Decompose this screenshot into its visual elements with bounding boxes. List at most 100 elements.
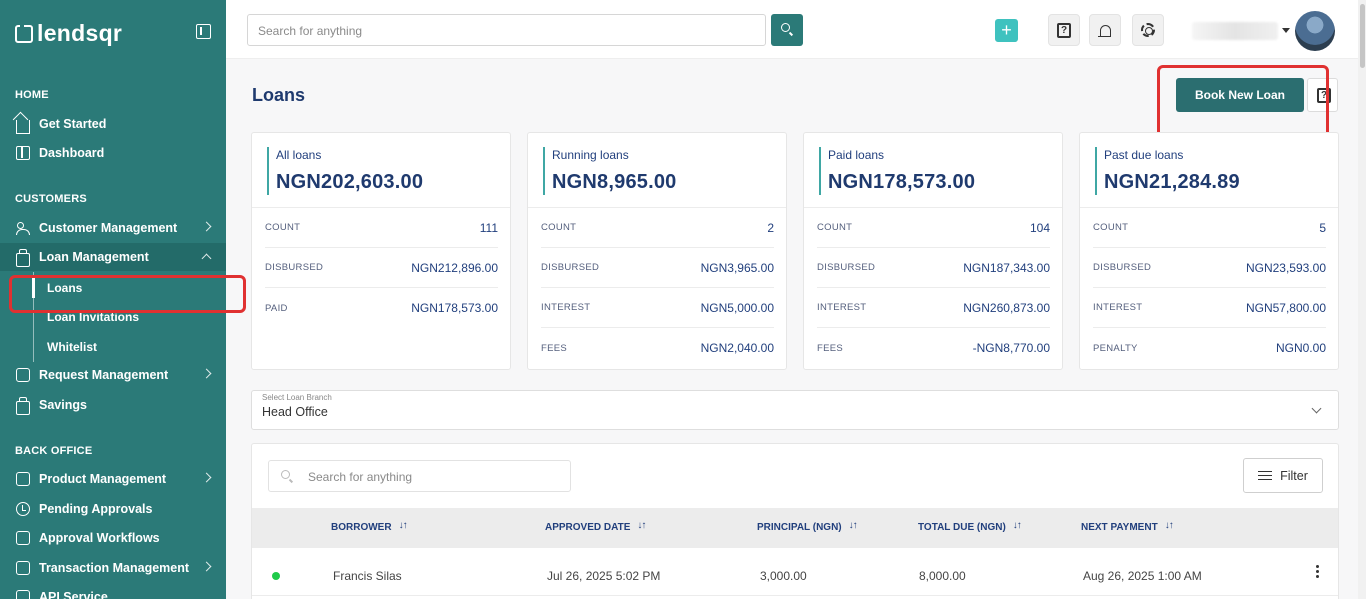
sidebar-item-dashboard[interactable]: Dashboard <box>0 139 226 167</box>
sort-icon[interactable] <box>1013 520 1022 533</box>
add-button[interactable]: + <box>995 19 1018 42</box>
card-amount: NGN8,965.00 <box>552 171 677 193</box>
bell-icon <box>1097 24 1111 38</box>
page-title: Loans <box>252 85 306 105</box>
search-icon <box>281 470 290 479</box>
table-search-input[interactable]: Search for anything <box>268 460 571 492</box>
caret-down-icon[interactable] <box>1282 28 1290 33</box>
row-value: -NGN8,770.00 <box>972 341 1050 355</box>
card-row: FEES NGN2,040.00 <box>541 328 774 368</box>
sidebar-item-api-service[interactable]: API Service <box>0 583 226 599</box>
sidebar-item-product-management[interactable]: Product Management <box>0 465 226 493</box>
row-key: INTEREST <box>1093 302 1143 313</box>
row-value: 104 <box>1029 220 1050 235</box>
chevron-up-icon <box>201 253 212 264</box>
sidebar-item-savings[interactable]: Savings <box>0 391 226 419</box>
row-value: NGN5,000.00 <box>700 300 774 315</box>
api-icon <box>16 590 30 599</box>
section-title-back-office: BACK OFFICE <box>15 445 93 457</box>
help-button[interactable]: ? <box>1048 14 1080 46</box>
collapse-sidebar-icon[interactable] <box>196 24 211 39</box>
search-icon <box>781 23 790 32</box>
sidebar-item-approval-workflows[interactable]: Approval Workflows <box>0 524 226 552</box>
row-key: COUNT <box>817 222 853 233</box>
sort-icon[interactable] <box>637 520 646 533</box>
card-row: DISBURSED NGN187,343.00 <box>817 248 1050 288</box>
sidebar-item-get-started[interactable]: Get Started <box>0 110 226 138</box>
status-dot <box>272 572 280 580</box>
loan-branch-select[interactable]: Select Loan Branch Head Office <box>251 390 1339 430</box>
row-value: NGN187,343.00 <box>963 260 1050 275</box>
principal-cell: 3,000.00 <box>760 569 807 583</box>
card-label: Past due loans <box>1104 148 1184 162</box>
filter-label: Filter <box>1280 468 1308 483</box>
sidebar-subitem-whitelist[interactable]: Whitelist <box>47 340 97 354</box>
search-input[interactable]: Search for anything <box>247 14 766 46</box>
sidebar-item-label: Savings <box>39 398 87 412</box>
card-row: COUNT 2 <box>541 208 774 248</box>
sidebar-item-label: API Service <box>39 590 108 599</box>
card-row: INTEREST NGN57,800.00 <box>1093 288 1326 328</box>
row-value: NGN0.00 <box>1275 341 1326 355</box>
next-payment-cell: Aug 26, 2025 1:00 AM <box>1083 569 1202 583</box>
scrollbar[interactable] <box>1358 0 1366 599</box>
loan-icon <box>16 249 30 267</box>
sidebar-item-request-management[interactable]: Request Management <box>0 361 226 389</box>
settings-button[interactable] <box>1132 14 1164 46</box>
brand-name: lendsqr <box>37 20 123 46</box>
sidebar-item-label: Pending Approvals <box>39 502 153 516</box>
row-key: INTEREST <box>817 302 867 313</box>
lendsqr-logo-icon <box>15 23 33 43</box>
table-row[interactable]: Francis Silas Jul 26, 2025 5:02 PM 3,000… <box>252 548 1338 596</box>
sort-icon[interactable] <box>1165 520 1174 533</box>
brand-logo[interactable]: lendsqr <box>15 20 122 47</box>
card-label: Paid loans <box>828 148 885 162</box>
sidebar-item-pending-approvals[interactable]: Pending Approvals <box>0 495 226 523</box>
column-header-next-payment[interactable]: NEXT PAYMENT <box>1081 520 1174 534</box>
sidebar-item-label: Transaction Management <box>39 561 190 575</box>
sidebar-item-label: Customer Management <box>39 221 178 235</box>
sidebar-item-loan-management[interactable]: Loan Management <box>0 243 226 271</box>
row-value: NGN260,873.00 <box>963 300 1050 315</box>
notifications-button[interactable] <box>1089 14 1121 46</box>
row-value: 2 <box>767 220 774 235</box>
card-header: All loans NGN202,603.00 <box>252 133 510 208</box>
chevron-right-icon <box>201 561 212 572</box>
card-row: INTEREST NGN5,000.00 <box>541 288 774 328</box>
card-label: All loans <box>276 148 322 162</box>
column-header-approved-date[interactable]: APPROVED DATE <box>545 520 646 534</box>
sort-icon[interactable] <box>849 520 858 533</box>
section-title-customers: CUSTOMERS <box>15 193 87 205</box>
column-header-total-due[interactable]: TOTAL DUE (NGN) <box>918 520 1022 534</box>
card-row: COUNT 104 <box>817 208 1050 248</box>
user-name-redacted[interactable] <box>1192 22 1278 40</box>
column-label: APPROVED DATE <box>545 522 631 533</box>
table-search-placeholder: Search for anything <box>308 470 413 484</box>
sidebar-item-customer-management[interactable]: Customer Management <box>0 214 226 242</box>
search-button[interactable] <box>771 14 803 46</box>
branch-select-label: Select Loan Branch <box>262 393 332 402</box>
row-key: COUNT <box>265 222 301 233</box>
column-header-borrower[interactable]: BORROWER <box>331 520 408 534</box>
row-key: COUNT <box>541 222 577 233</box>
row-key: DISBURSED <box>541 262 600 273</box>
sidebar-item-label: Dashboard <box>39 146 105 160</box>
highlight-outline <box>1157 65 1329 139</box>
card-row: FEES -NGN8,770.00 <box>817 328 1050 368</box>
chevron-right-icon <box>201 368 212 379</box>
filter-button[interactable]: Filter <box>1243 458 1323 493</box>
borrower-cell: Francis Silas <box>333 569 402 583</box>
avatar[interactable] <box>1295 11 1335 51</box>
card-header: Running loans NGN8,965.00 <box>528 133 786 208</box>
gear-icon <box>1141 23 1155 37</box>
card-accent-bar <box>267 147 269 195</box>
sort-icon[interactable] <box>399 520 408 533</box>
sidebar-item-transaction-management[interactable]: Transaction Management <box>0 554 226 582</box>
card-row: PENALTY NGN0.00 <box>1093 328 1326 368</box>
column-header-principal[interactable]: PRINCIPAL (NGN) <box>757 520 858 534</box>
row-key: DISBURSED <box>265 262 324 273</box>
scrollbar-thumb[interactable] <box>1360 4 1365 68</box>
more-options-icon[interactable] <box>1316 565 1319 579</box>
approved-date-cell: Jul 26, 2025 5:02 PM <box>547 569 661 583</box>
row-key: FEES <box>541 342 568 354</box>
